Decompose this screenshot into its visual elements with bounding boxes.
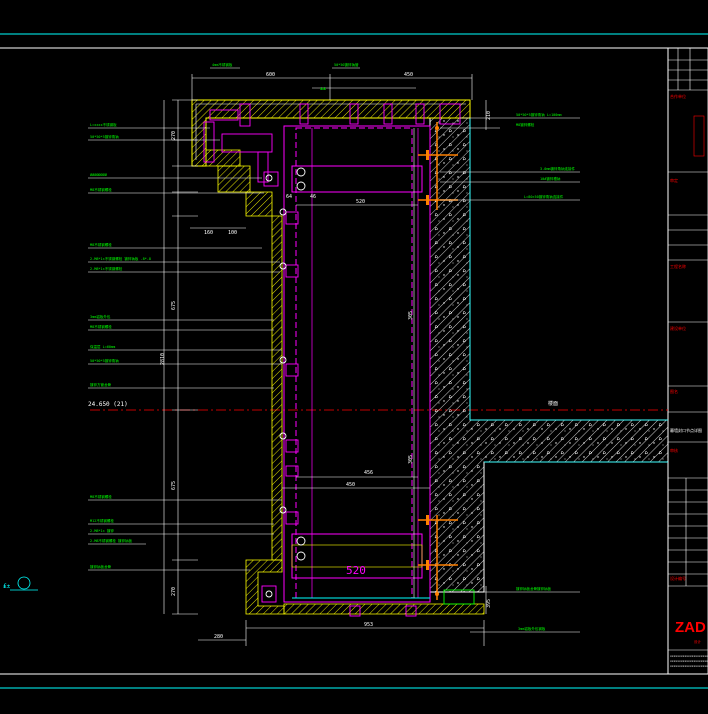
leader-left-10: 保温层 L=60mm (90, 344, 115, 349)
leader-left-14: M12不锈钢螺栓 (90, 518, 114, 523)
leader-right-3: 3.0mm镀锌角钠连接件 (540, 166, 576, 171)
leader-left-4: M8不锈钢螺栓 (90, 187, 112, 192)
note-top-1: 4mm不锈钢板 (212, 62, 233, 67)
svg-text:xxxxxxxxxxxxxxxxxxxxx: xxxxxxxxxxxxxxxxxxxxx (670, 664, 708, 668)
dim-v-3: 675 (171, 481, 177, 490)
dim-v-1: 270 (171, 131, 177, 140)
dim-bottom-1: 953 (364, 622, 373, 628)
dim-v-6: 305 (408, 455, 414, 464)
svg-text:xxxxxxxxxxxxxxxxxxxxx: xxxxxxxxxxxxxxxxxxxxx (670, 654, 708, 658)
dim-v-5: 305 (408, 311, 414, 320)
leader-left-13: M8不锈钢螺栓 (90, 494, 112, 499)
dim-small-3: 64 (286, 194, 292, 200)
tb-drawing-name: 幕墙封口节点详图 (670, 427, 702, 433)
brand-sub: 设计 (694, 639, 702, 644)
leader-right-1: 50*50*5镀锌角钠 L=100mm (516, 112, 562, 117)
dim-small-4: 46 (310, 194, 316, 200)
leader-right-4: 10#镀锌槽钠 (540, 176, 561, 181)
tb-section-7: 设计编号 (670, 575, 686, 581)
level-mark: ±± (320, 86, 326, 92)
leader-left-3: ØØØØØØØØ (90, 172, 108, 177)
tb-section-1: 合作单位 (670, 93, 686, 99)
leader-left-16: 2-M8不锈钢螺栓 镀锌钠板 (90, 538, 133, 543)
tb-section-3: 工程名称 (670, 263, 686, 269)
cad-drawing: 合作单位 审定 工程名称 建设单位 图名 审核 设计编号 幕墙封口节点详图 ZA… (0, 33, 708, 689)
dim-inner-3: 450 (346, 482, 355, 488)
leader-left-8: 3mm铝板外包 (90, 314, 111, 319)
leader-right-7: 3mm铝板外包钢板 (518, 626, 546, 631)
dim-small-2: 100 (228, 230, 237, 236)
leader-right-2: M8镀锌螺栓 (516, 122, 535, 127)
tb-section-2: 审定 (670, 177, 678, 183)
leader-left-12: 镀锌方管龙骨 (90, 382, 111, 387)
tb-section-5: 图名 (670, 388, 678, 394)
dim-bottom-2: 280 (214, 634, 223, 640)
leader-left-5: M8不锈钢螺栓 (90, 242, 112, 247)
steel-frame (283, 125, 431, 603)
svg-text:xxxxxxxxxxxxxxxxxxxxx: xxxxxxxxxxxxxxxxxxxxx (670, 659, 708, 663)
leader-right-6: 镀锌钠板龙骨镀锌钠板 (516, 586, 551, 591)
leader-left-15: 2-M8*1× 镀锌 (90, 528, 114, 533)
tb-section-4: 建设单位 (670, 325, 686, 331)
detail-symbol-label: ₤± (3, 583, 11, 590)
leader-left-2: 50*50*5镀锌角钠 (90, 134, 119, 139)
detail-symbol: ₤± (3, 576, 38, 591)
leader-left-17: 镀锌钠板龙骨 (90, 564, 111, 569)
dim-top-1: 600 (266, 72, 275, 78)
leader-right-5: L=80×50镀锌角钠连接件 (524, 194, 564, 199)
dim-inner-2: 456 (364, 470, 373, 476)
leader-left-1: L=xxxx不锈钢板 (90, 122, 117, 127)
dim-v-7: 210 (486, 111, 492, 120)
title-block: 合作单位 审定 工程名称 建设单位 图名 审核 设计编号 幕墙封口节点详图 ZA… (667, 47, 708, 675)
brand-logo: ZAD (675, 619, 706, 636)
dim-520: 520 (346, 564, 366, 577)
dim-v-2: 675 (171, 301, 177, 310)
dim-small-1: 160 (204, 230, 213, 236)
dim-v-total: 2810 (160, 353, 166, 365)
tb-stamp (693, 115, 705, 157)
leader-left-9: M8不锈钢螺栓 (90, 324, 112, 329)
section-label: 24.650 (21) (88, 401, 128, 408)
floor-label: 楼面 (548, 400, 558, 407)
leader-left-11: 50*50*5镀锌角钠 (90, 358, 119, 363)
note-top-2: 50*50镀锌钠管 (334, 62, 359, 67)
dim-inner-1: 520 (356, 199, 365, 205)
tb-section-6: 审核 (670, 447, 678, 453)
cad-viewport[interactable]: 合作单位 审定 工程名称 建设单位 图名 审核 设计编号 幕墙封口节点详图 ZA… (0, 0, 708, 714)
leader-left-6: 2-M8*1×不锈钢螺栓 镀锌钠板 -8*-8 (90, 256, 151, 261)
leader-left-7: 2-M8*1×不锈钢螺栓 (90, 266, 123, 271)
concrete-structure (429, 110, 669, 593)
dim-v-8: 395 (486, 599, 492, 608)
dim-top-2: 450 (404, 72, 413, 78)
dim-v-4: 270 (171, 587, 177, 596)
